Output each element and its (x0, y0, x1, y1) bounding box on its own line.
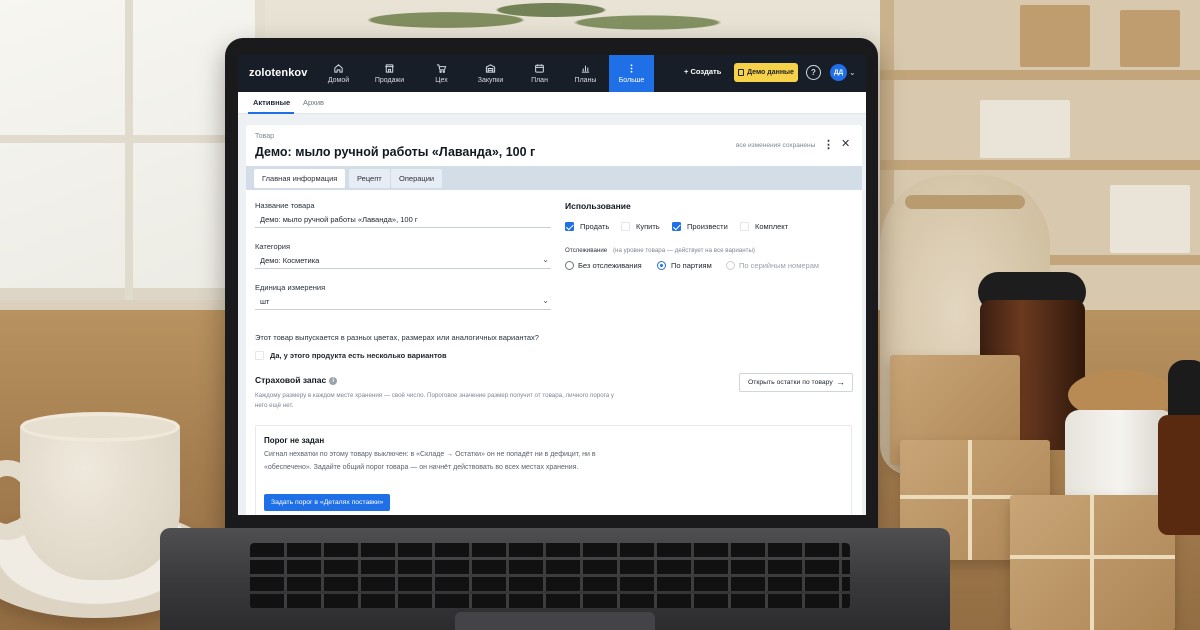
nav-item-sales[interactable]: Продажи (367, 55, 412, 92)
product-name-input[interactable]: Демо: мыло ручной работы «Лаванда», 100 … (255, 212, 551, 228)
plant (320, 0, 740, 40)
tab-main-info[interactable]: Главная информация (254, 169, 346, 188)
category-select[interactable]: Демо: Косметика ⌄ (255, 253, 551, 269)
product-tabs: Главная информация Рецепт Операции (246, 166, 862, 190)
avatar[interactable]: ДД (830, 64, 847, 81)
more-options-icon[interactable]: ⋮ (823, 138, 834, 151)
nav-item-plans[interactable]: Планы (563, 55, 608, 92)
nav-label: План (531, 77, 548, 84)
status-tabs: Активные Архив (238, 92, 866, 114)
variants-question: Этот товар выпускается в разных цветах, … (255, 333, 539, 342)
product-name-label: Название товара (255, 201, 315, 210)
tracking-serial-radio[interactable] (726, 261, 735, 270)
unit-label: Единица измерения (255, 283, 326, 292)
unit-value: шт (260, 297, 270, 306)
category-value: Демо: Косметика (260, 256, 320, 265)
brand-logo[interactable]: zolotenkov (249, 67, 307, 79)
chevron-down-icon[interactable]: ⌄ (849, 68, 856, 77)
open-stock-button[interactable]: Открыть остатки по товару → (739, 373, 853, 392)
threshold-alert: Порог не задан Сигнал нехватки по этому … (255, 425, 852, 515)
alert-title: Порог не задан (264, 436, 325, 445)
variants-checkbox-label[interactable]: Да, у этого продукта есть несколько вари… (270, 351, 447, 360)
laptop-screen: zolotenkov Домой Продажи Цех Закупки Пла… (238, 55, 866, 515)
tracking-batches-radio[interactable] (657, 261, 666, 270)
chevron-down-icon: ⌄ (542, 255, 549, 264)
nav-item-workshop[interactable]: Цех (419, 55, 464, 92)
kit-label[interactable]: Комплект (755, 222, 788, 231)
open-stock-label: Открыть остатки по товару (748, 379, 833, 386)
keyboard (250, 543, 850, 609)
calendar-icon (535, 64, 544, 73)
cart-icon (436, 64, 447, 73)
tab-active[interactable]: Активные (253, 98, 290, 107)
nav-label: Домой (327, 77, 350, 84)
help-icon[interactable]: ? (806, 65, 821, 80)
nav-item-plan[interactable]: План (517, 55, 562, 92)
arrow-right-icon: → (836, 377, 845, 387)
chart-icon (581, 65, 590, 73)
clipboard-icon (738, 69, 745, 76)
product-card: Товар Демо: мыло ручной работы «Лаванда»… (246, 125, 862, 515)
cup (20, 420, 180, 580)
tracking-none-label[interactable]: Без отслеживания (578, 261, 642, 270)
tracking-serial-label[interactable]: По серийным номерам (739, 261, 819, 270)
active-tab-indicator (248, 112, 294, 114)
safety-stock-title: Страховой запас (255, 375, 327, 385)
sack-tie (905, 195, 1025, 209)
store-icon (385, 64, 394, 73)
nav-item-home[interactable]: Домой (316, 55, 361, 92)
buy-label[interactable]: Купить (636, 222, 660, 231)
nav-item-more[interactable]: Больше (609, 55, 654, 92)
create-button[interactable]: + Создать (684, 67, 721, 76)
warehouse-icon (485, 64, 496, 73)
nav-label: Больше (618, 77, 645, 84)
demo-data-label: Демо данные (747, 69, 794, 76)
nav-label: Цех (435, 77, 448, 84)
close-icon[interactable]: ✕ (841, 137, 850, 150)
info-icon[interactable]: i (329, 377, 338, 385)
usage-heading: Использование (565, 201, 631, 211)
kit-checkbox[interactable] (740, 222, 749, 231)
tab-recipe[interactable]: Рецепт (349, 169, 390, 188)
tracking-note: (на уровне товара — действует на все вар… (613, 247, 755, 254)
chevron-down-icon: ⌄ (542, 296, 549, 305)
cup-rim (20, 412, 180, 442)
variants-checkbox[interactable] (255, 351, 264, 360)
nav-item-purchases[interactable]: Закупки (468, 55, 513, 92)
nav-label: Планы (574, 77, 597, 84)
produce-checkbox[interactable] (672, 222, 681, 231)
window-frame (125, 0, 133, 300)
sell-checkbox[interactable] (565, 222, 574, 231)
alert-body: Сигнал нехватки по этому товару выключен… (264, 451, 596, 471)
more-vertical-icon (630, 64, 633, 73)
tracking-label: Отслеживание (565, 247, 608, 254)
produce-label[interactable]: Произвести (687, 222, 728, 231)
set-threshold-button[interactable]: Задать порог в «Деталях поставки» (264, 494, 391, 511)
category-label: Категория (255, 242, 291, 251)
tracking-batches-label[interactable]: По партиям (671, 261, 712, 270)
unit-select[interactable]: шт ⌄ (255, 294, 551, 310)
home-icon (334, 64, 343, 73)
product-name-value: Демо: мыло ручной работы «Лаванда», 100 … (260, 215, 418, 224)
buy-checkbox[interactable] (621, 222, 630, 231)
tab-archive[interactable]: Архив (303, 98, 324, 107)
dropper-bottle (1158, 415, 1200, 535)
save-status: все изменения сохранены (736, 142, 816, 149)
safety-stock-heading: Страховой запас i (255, 375, 338, 385)
tracking-none-radio[interactable] (565, 261, 574, 270)
sell-label[interactable]: Продать (580, 222, 609, 231)
top-navbar: zolotenkov Домой Продажи Цех Закупки Пла… (238, 55, 866, 92)
trackpad (455, 612, 655, 630)
nav-label: Закупки (477, 77, 504, 84)
page-title: Демо: мыло ручной работы «Лаванда», 100 … (255, 145, 536, 159)
demo-data-button[interactable]: Демо данные (734, 63, 798, 82)
tab-operations[interactable]: Операции (391, 169, 443, 188)
entity-type-label: Товар (255, 133, 275, 140)
nav-label: Продажи (374, 77, 405, 84)
safety-stock-description: Каждому размеру в каждом месте хранения … (255, 392, 615, 409)
